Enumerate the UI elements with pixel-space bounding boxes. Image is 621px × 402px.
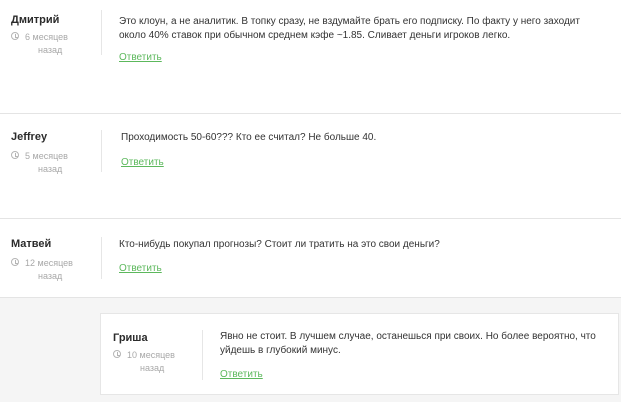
comment-author: Jeffrey [11,131,48,143]
clock-icon [11,151,19,159]
clock-icon [11,32,19,40]
clock-icon [113,350,121,358]
reply-link[interactable]: Ответить [121,157,164,168]
comment-divider [202,330,203,380]
clock-icon [11,258,19,266]
comment-author: Матвей [11,238,52,250]
nested-reply: Гриша 10 месяцев назад Явно не стоит. В … [100,313,619,395]
comment-text: Явно не стоит. В лучшем случае, останешь… [220,331,596,356]
comment-separator [0,113,621,114]
comment-author: Дмитрий [11,14,60,26]
comment-text: Проходимость 50-60??? Кто ее считал? Не … [121,132,377,143]
comment-divider [101,10,102,55]
comment-separator [0,297,621,298]
reply-link[interactable]: Ответить [220,369,263,380]
comment-author: Гриша [113,332,148,344]
comment-text: Кто-нибудь покупал прогнозы? Стоит ли тр… [119,239,440,250]
comment-separator [0,218,621,219]
comment-text: Это клоун, а не аналитик. В топку сразу,… [119,16,580,41]
comment-divider [101,130,102,172]
reply-link[interactable]: Ответить [119,52,162,63]
comment-divider [101,237,102,279]
reply-link[interactable]: Ответить [119,263,162,274]
